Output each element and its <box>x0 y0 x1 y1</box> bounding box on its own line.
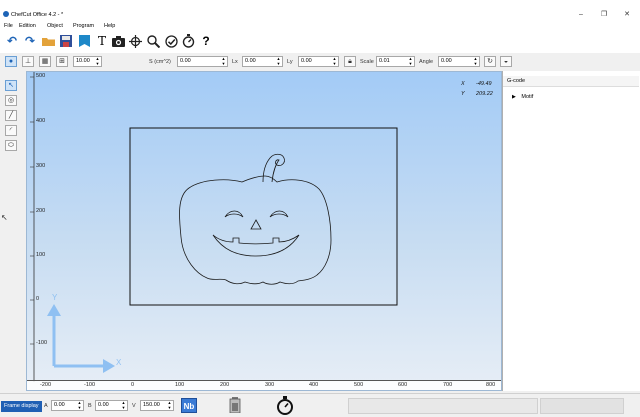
x-tick-label: 0 <box>131 382 135 388</box>
x-tick-label: 400 <box>309 382 319 388</box>
surface-field[interactable]: 0.00 ▲ ▼ <box>177 56 228 67</box>
ellipse-tool-icon[interactable]: ⬭ <box>5 140 17 151</box>
status-message-area <box>348 398 538 414</box>
work-frame <box>129 127 398 306</box>
rotate-icon[interactable]: ↻ <box>484 56 496 67</box>
x-axis-arrowhead <box>103 359 115 373</box>
window-title: ChefCut Office 4.2 - * <box>11 12 64 18</box>
x-tick-label: 200 <box>220 382 230 388</box>
pumpkin-right-eye <box>269 210 289 218</box>
frame-icon[interactable]: ⊞ <box>56 56 68 67</box>
x-tick-label: -200 <box>40 382 52 388</box>
lx-field[interactable]: 0.00 ▲ ▼ <box>242 56 283 67</box>
frame-display-button[interactable]: Frame display <box>1 401 42 412</box>
menu-program[interactable]: Program <box>73 23 94 29</box>
pumpkin-stem <box>262 153 285 183</box>
horizontal-ruler: -200 -100 0 100 200 300 400 500 600 700 … <box>27 380 501 390</box>
ly-label: Ly <box>287 59 293 65</box>
angle-label: Angle <box>419 59 434 65</box>
angle-field[interactable]: 0.00 ▲ ▼ <box>438 56 480 67</box>
y-axis-label: Y <box>52 293 58 302</box>
maximize-button[interactable]: ❐ <box>597 10 611 20</box>
minimize-button[interactable]: – <box>574 10 588 20</box>
x-tick-label: 700 <box>443 382 453 388</box>
b-field[interactable]: 0.00 ▲ ▼ <box>95 400 128 411</box>
pumpkin-mouth <box>212 234 300 257</box>
x-tick-label: 100 <box>175 382 185 388</box>
menu-file[interactable]: File <box>4 23 13 29</box>
pumpkin-outline <box>179 175 332 285</box>
stopwatch-icon <box>276 396 294 417</box>
scale-field[interactable]: 0.01 ▲ ▼ <box>376 56 415 67</box>
lx-label: Lx <box>232 59 238 65</box>
menu-help[interactable]: Help <box>104 23 115 29</box>
gcode-panel: G-code ▶ Motif <box>502 71 640 391</box>
scale-label: Scale <box>360 59 374 65</box>
battery-icon <box>229 397 241 415</box>
grid-icon[interactable]: ▦ <box>39 56 51 67</box>
v-label: V <box>132 403 136 409</box>
view-toggle-icon[interactable]: ● <box>5 56 17 67</box>
x-tick-label: 800 <box>486 382 496 388</box>
open-folder-icon[interactable] <box>41 34 55 48</box>
line-tool-icon[interactable]: ╱ <box>5 110 17 121</box>
tree-item-motif[interactable]: ▶ Motif <box>512 94 533 100</box>
panel-title: G-code <box>503 76 639 87</box>
lock-ratio-icon[interactable]: 🔒︎ <box>344 56 356 67</box>
zoom-icon[interactable] <box>146 34 160 48</box>
mouse-cursor-icon: ↖ <box>1 213 8 222</box>
title-bar: ChefCut Office 4.2 - * – ❐ ✕ <box>0 0 640 22</box>
drawing-canvas[interactable]: 500 400 300 200 100 0 -100 X -49.49 Y 20… <box>26 71 502 391</box>
save-icon[interactable] <box>59 34 73 48</box>
x-tick-label: 500 <box>354 382 364 388</box>
property-toolbar: ● ⊥ ▦ ⊞ 10.00 ▲ ▼ S (cm^2) 0.00 ▲ ▼ Lx 0.00 ▲… <box>0 53 640 71</box>
nb-button[interactable]: Nb <box>181 398 197 413</box>
select-tool-icon[interactable]: ↖ <box>5 80 17 91</box>
y-axis-arrowhead <box>47 304 61 316</box>
crosshair-icon[interactable] <box>128 34 142 48</box>
x-tick-label: 600 <box>398 382 408 388</box>
b-label: B <box>88 403 92 409</box>
surface-label: S (cm^2) <box>149 59 171 65</box>
zoom-field[interactable]: 10.00 ▲ ▼ <box>73 56 102 67</box>
expand-triangle-icon[interactable]: ▶ <box>512 94 516 100</box>
app-logo-icon <box>3 11 9 17</box>
ly-field[interactable]: 0.00 ▲ ▼ <box>298 56 339 67</box>
v-field[interactable]: 150.00 ▲ ▼ <box>140 400 174 411</box>
progress-bar <box>540 398 624 414</box>
pumpkin-nose <box>250 219 262 230</box>
menu-object[interactable]: Object <box>47 23 63 29</box>
bookmark-icon[interactable] <box>77 34 91 48</box>
tree-item-label: Motif <box>521 94 534 100</box>
camera-icon[interactable] <box>111 34 125 48</box>
menu-bar: File Edition Object Program Help <box>0 22 640 31</box>
x-tick-label: 300 <box>265 382 275 388</box>
undo-icon[interactable]: ↶ <box>5 34 19 48</box>
menu-edition[interactable]: Edition <box>19 23 36 29</box>
arc-tool-icon[interactable]: ◜ <box>5 125 17 136</box>
pumpkin-left-eye <box>224 210 244 218</box>
x-axis-label: X <box>116 358 122 367</box>
check-circle-icon[interactable] <box>164 34 178 48</box>
redo-icon[interactable]: ↷ <box>23 34 37 48</box>
a-field[interactable]: 0.00 ▲ ▼ <box>51 400 84 411</box>
import-icon[interactable]: ⊥ <box>22 56 34 67</box>
text-tool-icon[interactable]: T <box>95 34 109 48</box>
drawing-area <box>47 127 398 373</box>
status-bar: Frame display A 0.00 ▲ ▼ B 0.00 ▲ ▼ V 150.00… <box>0 393 640 417</box>
main-toolbar: ↶ ↷ T ? <box>0 31 640 53</box>
node-tool-icon[interactable]: ◎ <box>5 95 17 106</box>
close-button[interactable]: ✕ <box>620 10 634 20</box>
x-tick-label: -100 <box>84 382 96 388</box>
shape-icon[interactable]: ◒ <box>500 56 512 67</box>
help-icon[interactable]: ? <box>199 34 213 48</box>
stopwatch-icon[interactable] <box>181 34 195 48</box>
left-toolbar: ↖ ◎ ╱ ◜ ⬭ ↖ <box>0 71 26 391</box>
a-label: A <box>44 403 48 409</box>
